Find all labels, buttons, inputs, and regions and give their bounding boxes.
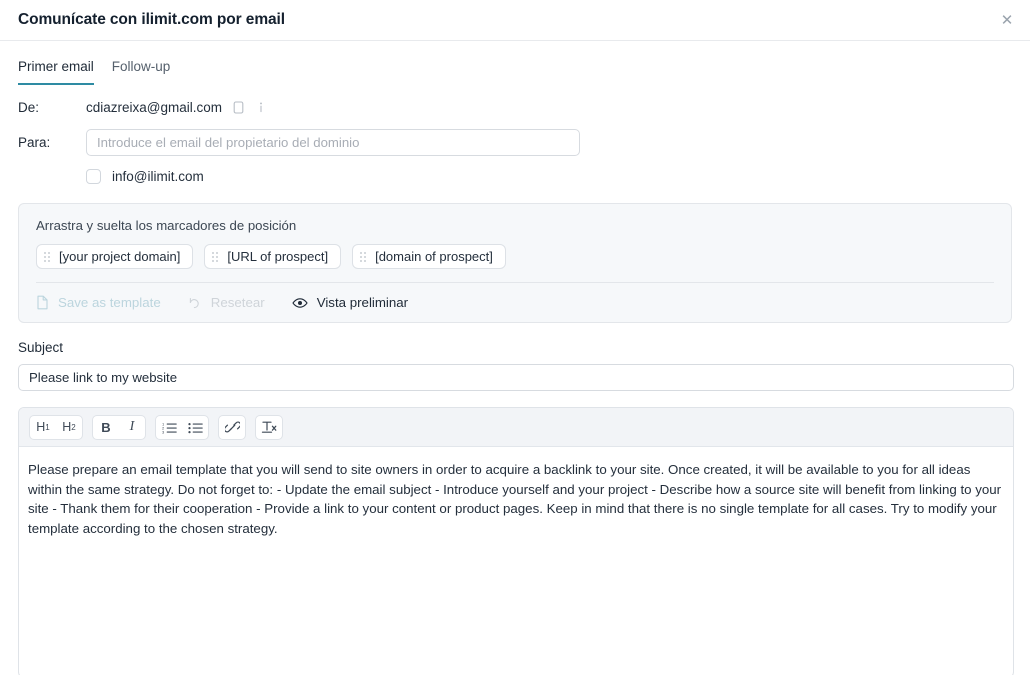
clear-format-group bbox=[255, 414, 283, 440]
link-group bbox=[218, 414, 246, 440]
from-row: De: cdiazreixa@gmail.com bbox=[18, 99, 1012, 115]
placeholders-panel: Arrastra y suelta los marcadores de posi… bbox=[18, 203, 1012, 323]
italic-button[interactable]: I bbox=[119, 416, 145, 439]
drag-handle-icon[interactable] bbox=[212, 251, 219, 262]
to-row: Para: bbox=[18, 129, 1012, 156]
link-icon[interactable] bbox=[219, 416, 245, 439]
suggested-email-checkbox[interactable] bbox=[86, 169, 101, 184]
tab-bar: Primer email Follow-up bbox=[0, 58, 1030, 85]
placeholder-chip-project-domain[interactable]: [your project domain] bbox=[36, 244, 194, 269]
subject-input[interactable] bbox=[18, 364, 1014, 391]
from-label: De: bbox=[18, 99, 40, 115]
drag-handle-icon[interactable] bbox=[44, 251, 50, 262]
placeholder-chip-label: [URL of prospect] bbox=[227, 249, 329, 264]
subject-label: Subject bbox=[18, 340, 64, 355]
placeholders-title: Arrastra y suelta los marcadores de posi… bbox=[36, 218, 297, 233]
info-icon[interactable] bbox=[254, 99, 268, 115]
bold-button[interactable]: B bbox=[93, 416, 119, 439]
suggested-email-row: info@ilimit.com bbox=[18, 169, 1012, 184]
page-title: Comunícate con ilimit.com por email bbox=[18, 11, 285, 28]
to-label: Para: bbox=[18, 135, 51, 150]
clear-format-icon[interactable] bbox=[256, 416, 282, 439]
modal-header: Comunícate con ilimit.com por email ✕ bbox=[0, 0, 1030, 41]
heading-1-button[interactable]: H1 bbox=[30, 416, 56, 439]
email-body-text[interactable]: Please prepare an email template that yo… bbox=[19, 447, 1013, 675]
from-value-group: cdiazreixa@gmail.com bbox=[86, 99, 268, 115]
close-icon[interactable]: ✕ bbox=[992, 5, 1022, 35]
heading-group: H1 H2 bbox=[29, 414, 83, 440]
text-style-group: B I bbox=[92, 414, 146, 440]
save-as-template-label: Save as template bbox=[58, 295, 161, 310]
reset-label: Resetear bbox=[210, 295, 265, 310]
placeholder-chip-label: [your project domain] bbox=[59, 249, 181, 264]
email-body-editor: H1 H2 B I 1 2 3 Please prepare an email … bbox=[18, 407, 1014, 675]
editor-toolbar: H1 H2 B I 1 2 3 bbox=[19, 408, 1013, 447]
panel-actions: Save as template Resetear Vista prelimin… bbox=[36, 295, 994, 310]
save-as-template-button[interactable]: Save as template bbox=[36, 295, 161, 310]
placeholder-chip-label: [domain of prospect] bbox=[375, 249, 493, 264]
tab-primer-email[interactable]: Primer email bbox=[18, 58, 94, 85]
heading-2-button[interactable]: H2 bbox=[56, 416, 82, 439]
file-icon bbox=[36, 295, 49, 310]
placeholder-chip-prospect-domain[interactable]: [domain of prospect] bbox=[352, 244, 506, 269]
copy-icon[interactable] bbox=[231, 99, 245, 115]
preview-label: Vista preliminar bbox=[316, 295, 409, 310]
eye-icon bbox=[292, 296, 308, 310]
to-email-input[interactable] bbox=[86, 129, 580, 156]
list-group: 1 2 3 bbox=[155, 414, 209, 440]
reset-button[interactable]: Resetear bbox=[188, 295, 265, 310]
email-outreach-modal: Comunícate con ilimit.com por email ✕ Pr… bbox=[0, 0, 1030, 675]
drag-handle-icon[interactable] bbox=[360, 251, 367, 262]
suggested-email-label: info@ilimit.com bbox=[112, 169, 204, 184]
form-area: De: cdiazreixa@gmail.com Para: Introduce… bbox=[0, 99, 1030, 184]
preview-button[interactable]: Vista preliminar bbox=[292, 295, 408, 310]
svg-text:3: 3 bbox=[162, 429, 165, 434]
panel-divider bbox=[36, 282, 994, 283]
ordered-list-icon[interactable]: 1 2 3 bbox=[156, 416, 182, 439]
tab-follow-up[interactable]: Follow-up bbox=[112, 58, 171, 85]
placeholder-chip-list: [your project domain] [URL of prospect] … bbox=[36, 244, 994, 269]
unordered-list-icon[interactable] bbox=[182, 416, 208, 439]
placeholder-chip-prospect-url[interactable]: [URL of prospect] bbox=[204, 244, 342, 269]
from-email-value: cdiazreixa@gmail.com bbox=[86, 99, 222, 115]
undo-icon bbox=[188, 296, 202, 310]
